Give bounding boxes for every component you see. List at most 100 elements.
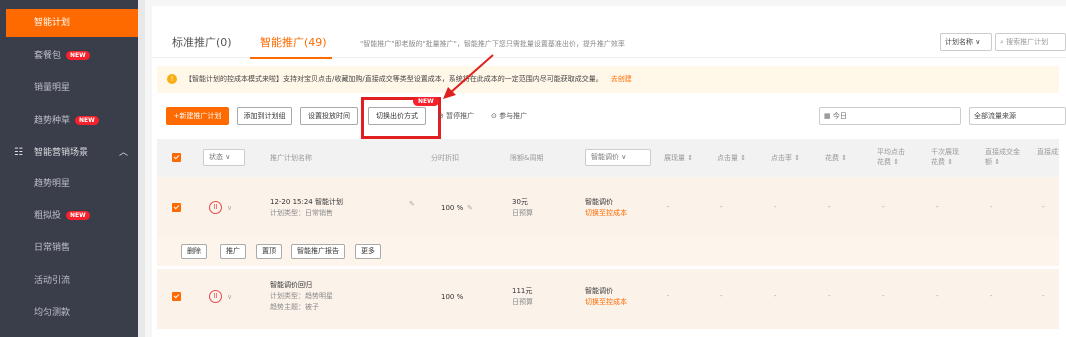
edit-icon[interactable]: ✎ bbox=[409, 199, 415, 209]
header-budget: 限额&周期 bbox=[510, 154, 544, 162]
sidebar-item-daily-sales[interactable]: 日常销售 bbox=[0, 234, 138, 262]
header-impressions[interactable]: 展现量 ⇕ bbox=[664, 153, 693, 163]
cost-cell: - bbox=[828, 292, 831, 300]
join-button[interactable]: ⊙ 参与推广 bbox=[491, 107, 527, 125]
sidebar-group-smart-marketing[interactable]: ☷ 智能营销场景 ︿ bbox=[0, 139, 138, 167]
cpc-cell: - bbox=[882, 203, 885, 211]
search-type-select[interactable]: 计划名称 ∨ bbox=[940, 33, 992, 51]
bid-mode: 智能调价 bbox=[585, 287, 613, 295]
delete-button[interactable]: 删除 bbox=[181, 244, 207, 259]
sidebar-item-package[interactable]: 套餐包 NEW bbox=[0, 42, 138, 70]
main-area: 标准推广(0) 智能推广(49) "智能推广"即老版的"批量推广"，智能推广下您… bbox=[145, 0, 1066, 337]
new-badge: NEW bbox=[66, 51, 90, 60]
set-time-button[interactable]: 设置投放时间 bbox=[300, 107, 358, 125]
budget-value: 111元 bbox=[512, 287, 533, 295]
status-filter[interactable]: 状态 ∨ bbox=[203, 149, 245, 166]
budget-period: 日预算 bbox=[512, 298, 533, 306]
header-clicks[interactable]: 点击量 ⇕ bbox=[717, 153, 746, 163]
plan-name[interactable]: 12-20 15:24 智能计划 bbox=[270, 197, 343, 207]
table-row: II ∨ 智能调价回归 计划类型：趋势明星 趋势主题：被子 100 % 111元… bbox=[157, 269, 1059, 329]
edit-icon[interactable]: ✎ bbox=[467, 203, 473, 213]
new-plan-button[interactable]: +新建推广计划 bbox=[166, 107, 229, 125]
tab-bar: 标准推广(0) 智能推广(49) "智能推广"即老版的"批量推广"，智能推广下您… bbox=[152, 26, 1066, 59]
date-select[interactable]: ▦ 今日 bbox=[819, 107, 961, 125]
plan-type: 计划类型：趋势明星 bbox=[270, 292, 333, 300]
ctr-cell: - bbox=[774, 292, 777, 300]
row-checkbox[interactable] bbox=[172, 203, 181, 212]
traffic-source-select[interactable]: 全部流量来源 bbox=[969, 107, 1066, 125]
header-cpm[interactable]: 千次展现花费 ⇕ bbox=[931, 147, 965, 167]
promote-button[interactable]: 推广 bbox=[220, 244, 246, 259]
switch-to-cost-link[interactable]: 切换至控成本 bbox=[585, 297, 627, 307]
tab-underline bbox=[250, 57, 332, 59]
header-plan-name: 推广计划名称 bbox=[270, 154, 312, 162]
table-header: 状态 ∨ 推广计划名称 分时折扣 限额&周期 智能调价 ∨ 展现量 ⇕ 点击量 … bbox=[157, 139, 1059, 177]
table-row: II ∨ 12-20 15:24 智能计划 计划类型：日常销售 ✎ 100 % … bbox=[157, 177, 1059, 236]
cpm-cell: - bbox=[936, 203, 939, 211]
sidebar-item-sales-star[interactable]: 销量明星 bbox=[0, 74, 138, 102]
sidebar-item-even-test[interactable]: 均匀测款 bbox=[0, 299, 138, 327]
new-badge: NEW bbox=[66, 211, 90, 220]
pin-button[interactable]: 置顶 bbox=[256, 244, 282, 259]
pause-icon: ⊘ bbox=[438, 112, 444, 120]
header-gmv[interactable]: 直接成交金额 ⇕ bbox=[985, 147, 1021, 167]
sidebar-item-rough[interactable]: 粗拟投 NEW bbox=[0, 202, 138, 230]
tab-smart[interactable]: 智能推广(49) bbox=[260, 34, 327, 50]
pause-status-icon[interactable]: II bbox=[209, 201, 222, 214]
sidebar-item-event-traffic[interactable]: 活动引流 bbox=[0, 267, 138, 295]
cpc-cell: - bbox=[882, 292, 885, 300]
search-input[interactable]: ⌕ 搜索推广计划 bbox=[995, 33, 1066, 51]
tab-standard[interactable]: 标准推广(0) bbox=[172, 34, 232, 50]
orders-cell: - bbox=[1042, 292, 1045, 300]
tab-description: "智能推广"即老版的"批量推广"，智能推广下您只需批量设置基准出价，提升推广效率 bbox=[360, 40, 625, 48]
gmv-cell: - bbox=[990, 292, 993, 300]
report-button[interactable]: 智能推广报告 bbox=[291, 244, 345, 259]
sidebar-item-trend-star[interactable]: 趋势明星 bbox=[0, 170, 138, 198]
clicks-cell: - bbox=[720, 292, 723, 300]
new-badge: NEW bbox=[413, 97, 439, 106]
header-ctr[interactable]: 点击率 ⇕ bbox=[771, 153, 800, 163]
play-icon: ⊙ bbox=[491, 112, 497, 120]
pause-button[interactable]: ⊘ 暂停推广 bbox=[438, 107, 474, 125]
impressions-cell: - bbox=[667, 203, 670, 211]
select-all-checkbox[interactable] bbox=[172, 153, 181, 162]
new-badge: NEW bbox=[75, 116, 99, 125]
search-icon: ⌕ bbox=[1000, 38, 1004, 46]
header-avg-cpc[interactable]: 平均点击花费 ⇕ bbox=[877, 147, 911, 167]
add-to-group-button[interactable]: 添加到计划组 bbox=[237, 107, 292, 125]
pause-status-icon[interactable]: II bbox=[209, 290, 222, 303]
grid-icon: ☷ bbox=[14, 147, 23, 158]
budget-value: 30元 bbox=[512, 198, 528, 206]
bid-filter[interactable]: 智能调价 ∨ bbox=[585, 149, 651, 166]
sidebar-divider bbox=[138, 0, 145, 337]
sidebar-item-smart-plan[interactable]: 智能计划 bbox=[6, 9, 138, 37]
plan-theme: 趋势主题：被子 bbox=[270, 303, 319, 311]
calendar-icon: ▦ bbox=[824, 112, 831, 120]
budget-period: 日预算 bbox=[512, 209, 533, 217]
discount-value: 100 % bbox=[441, 293, 464, 301]
header-cost[interactable]: 花费 ⇕ bbox=[825, 153, 847, 163]
more-button[interactable]: 更多 bbox=[355, 244, 381, 259]
header-discount: 分时折扣 bbox=[431, 154, 459, 162]
cost-cell: - bbox=[828, 203, 831, 211]
clicks-cell: - bbox=[720, 203, 723, 211]
sidebar: 智能计划 套餐包 NEW 销量明星 趋势种草 NEW ☷ 智能营销场景 ︿ 趋势明星 粗… bbox=[0, 0, 145, 337]
gmv-cell: - bbox=[990, 203, 993, 211]
sidebar-item-trend-seed[interactable]: 趋势种草 NEW bbox=[0, 107, 138, 135]
row-checkbox[interactable] bbox=[172, 292, 181, 301]
switch-to-cost-link[interactable]: 切换至控成本 bbox=[585, 208, 627, 218]
chevron-up-icon: ︿ bbox=[118, 148, 128, 158]
create-link[interactable]: 去创建 bbox=[611, 75, 632, 83]
plan-name[interactable]: 智能调价回归 bbox=[270, 280, 312, 290]
header-orders[interactable]: 直接成交笔数 bbox=[1037, 147, 1059, 157]
orders-cell: - bbox=[1042, 203, 1045, 211]
chevron-down-icon[interactable]: ∨ bbox=[227, 292, 232, 302]
bid-mode: 智能调价 bbox=[585, 198, 613, 206]
notice-banner: ! 【智能计划的控成本模式来啦】支持对宝贝点击/收藏加购/直接成交等类型设置成本… bbox=[157, 66, 1059, 93]
ctr-cell: - bbox=[774, 203, 777, 211]
discount-value: 100 % bbox=[441, 204, 464, 212]
plan-type: 计划类型：日常销售 bbox=[270, 209, 333, 217]
chevron-down-icon[interactable]: ∨ bbox=[227, 203, 232, 213]
cpm-cell: - bbox=[936, 292, 939, 300]
impressions-cell: - bbox=[667, 292, 670, 300]
